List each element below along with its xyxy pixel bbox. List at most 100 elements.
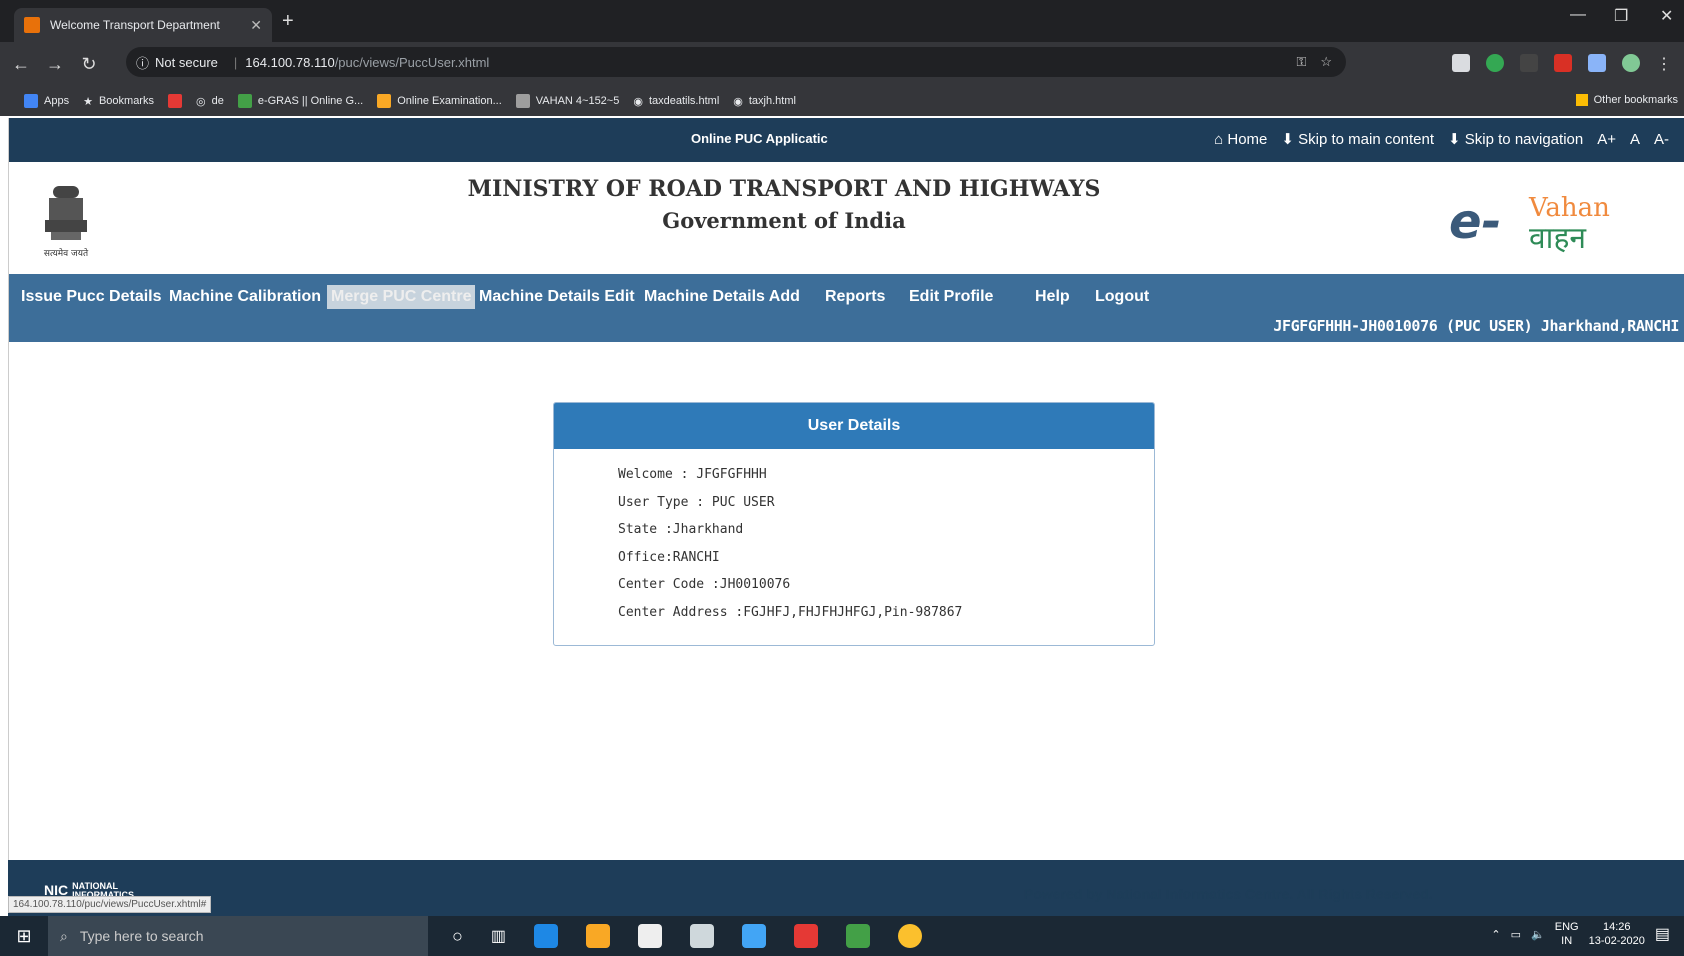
time-text: 14:26 [1602,921,1631,933]
bookmark-bookmarks[interactable]: ★ Bookmarks [83,95,154,108]
volume-icon[interactable]: 🔈 [1531,928,1545,941]
address-bar[interactable]: ⓘ Not secure | 164.100.78.110 /puc/views… [126,47,1346,77]
user-details-card: User Details Welcome : JFGFGFHHH User Ty… [553,402,1155,646]
card-body: Welcome : JFGFGFHHH User Type : PUC USER… [554,449,1154,632]
powered-by-text: Powered by National Informatics Centre. … [1024,886,1433,902]
key-icon[interactable]: ⚿ [1296,54,1306,70]
home-link[interactable]: ⌂ Home [1214,131,1267,148]
other-bookmarks[interactable]: Other bookmarks [1575,94,1678,106]
menu-edit-profile[interactable]: Edit Profile [909,288,993,306]
clock[interactable]: 14:26 13-02-2020 [1589,920,1645,948]
screen: Welcome Transport Department ✕ + — ❐ ✕ ←… [0,0,1684,956]
menu-dots-icon[interactable]: ⋮ [1656,54,1672,74]
network-icon[interactable]: ▭ [1511,928,1521,941]
extension-icon[interactable] [1486,54,1504,72]
bookmark-vahan[interactable]: VAHAN 4~152~5 [515,94,619,108]
reload-icon[interactable]: ↻ [76,54,102,75]
bookmark-favicon-icon [167,94,182,108]
back-icon[interactable]: ← [8,54,34,75]
menu-help[interactable]: Help [1035,288,1070,306]
minimize-icon[interactable]: — [1570,6,1586,24]
bookmark-taxjh[interactable]: ◉ taxjh.html [733,95,796,108]
close-window-icon[interactable]: ✕ [1660,6,1673,26]
pdf-app-icon[interactable] [794,924,818,948]
restore-icon[interactable]: ❐ [1614,6,1628,26]
profile-avatar-icon[interactable] [1622,54,1640,72]
spreadsheet-app-icon[interactable] [846,924,870,948]
government-subtitle: Government of India [662,208,906,233]
internet-explorer-icon[interactable] [742,924,766,948]
taskbar-apps: ○ ▥ [452,924,922,948]
language-indicator[interactable]: ENG IN [1555,920,1579,948]
menu-issue-pucc-details[interactable]: Issue Pucc Details [21,288,162,306]
arrow-down-icon: ⬇ [1448,131,1461,148]
main-menu: Issue Pucc Details Machine Calibration M… [9,274,1684,342]
font-increase-button[interactable]: A+ [1597,131,1616,148]
skip-main-link[interactable]: ⬇ Skip to main content [1281,130,1434,148]
bookmark-taxdeatils[interactable]: ◉ taxdeatils.html [633,95,719,108]
close-tab-icon[interactable]: ✕ [250,17,262,34]
bookmark-item[interactable] [167,94,182,108]
center-address-line: Center Address :FGJHFJ,FHJFHJHFGJ,Pin-98… [618,604,963,620]
ministry-title: MINISTRY OF ROAD TRANSPORT AND HIGHWAYS [467,176,1101,202]
browser-tab[interactable]: Welcome Transport Department ✕ [14,8,272,42]
accessibility-links: ⌂ Home ⬇ Skip to main content ⬇ Skip to … [1214,130,1669,149]
skip-main-label: Skip to main content [1298,131,1435,148]
center-code-line: Center Code :JH0010076 [618,577,791,592]
globe-icon: ◉ [633,95,643,108]
menu-machine-calibration[interactable]: Machine Calibration [169,288,321,306]
menu-machine-details-edit[interactable]: Machine Details Edit [479,288,635,306]
bookmark-label: Online Examination... [397,95,502,107]
chevron-up-icon[interactable]: ⌃ [1491,928,1500,941]
office-line: Office:RANCHI [618,549,720,565]
svg-text:वाहन: वाहन [1529,221,1587,256]
windows-start-icon[interactable]: ⊞ [0,926,48,947]
bookmark-de[interactable]: ◎ de [196,95,224,108]
top-strip: Online PUC Applicatic ⌂ Home ⬇ Skip to m… [9,118,1684,162]
extension-icon[interactable] [1554,54,1572,72]
system-tray: ⌃ ▭ 🔈 ENG IN 14:26 13-02-2020 ▤ [1491,920,1670,948]
menu-machine-details-add[interactable]: Machine Details Add [644,288,800,306]
globe-icon: ◎ [195,95,206,108]
browser-toolbar: ← → ↻ ⓘ Not secure | 164.100.78.110 /puc… [0,42,1684,86]
windows-taskbar: ⊞ ⌕ Type here to search ○ ▥ ⌃ ▭ 🔈 ENG IN … [0,916,1684,956]
skip-nav-label: Skip to navigation [1464,131,1584,148]
divider: | [233,54,238,70]
extension-icon[interactable] [1588,54,1606,72]
extension-icon[interactable] [1520,54,1538,72]
info-icon[interactable]: ⓘ [136,53,149,72]
edge-icon[interactable] [534,924,558,948]
skip-nav-link[interactable]: ⬇ Skip to navigation [1448,130,1583,148]
url-host: 164.100.78.110 [245,54,335,70]
font-decrease-button[interactable]: A- [1654,131,1669,148]
folder-icon [1575,94,1588,106]
menu-logout[interactable]: Logout [1095,288,1149,306]
browser-tabbar: Welcome Transport Department ✕ + — ❐ ✕ [0,0,1684,42]
cortana-icon[interactable]: ○ [452,926,463,947]
new-tab-button[interactable]: + [282,10,294,33]
date-text: 13-02-2020 [1588,935,1645,947]
font-normal-button[interactable]: A [1630,131,1640,148]
bookmark-egras[interactable]: e-GRAS || Online G... [237,94,364,108]
tab-title: Welcome Transport Department [50,18,220,32]
chrome-icon[interactable] [898,924,922,948]
bookmark-apps[interactable]: Apps [24,94,69,108]
bookmark-label: e-GRAS || Online G... [257,95,364,107]
status-bar-url: 164.100.78.110/puc/views/PuccUser.xhtml# [8,896,212,913]
forward-icon[interactable]: → [42,54,68,75]
other-bookmarks-label: Other bookmarks [1593,94,1678,106]
taskbar-search[interactable]: ⌕ Type here to search [48,916,428,956]
notifications-icon[interactable]: ▤ [1655,924,1670,944]
home-icon: ⌂ [1214,130,1224,148]
file-explorer-icon[interactable] [586,924,610,948]
task-view-icon[interactable]: ▥ [491,926,506,946]
mail-icon[interactable] [690,924,714,948]
menu-reports[interactable]: Reports [825,288,885,306]
apps-icon [24,94,38,108]
bookmark-online-exam[interactable]: Online Examination... [377,94,502,108]
menu-merge-puc-centre[interactable]: Merge PUC Centre [327,285,476,309]
store-icon[interactable] [638,924,662,948]
star-icon[interactable]: ☆ [1320,54,1332,70]
extension-icon[interactable] [1452,54,1470,72]
site-header: सत्यमेव जयते MINISTRY OF ROAD TRANSPORT … [9,162,1684,274]
